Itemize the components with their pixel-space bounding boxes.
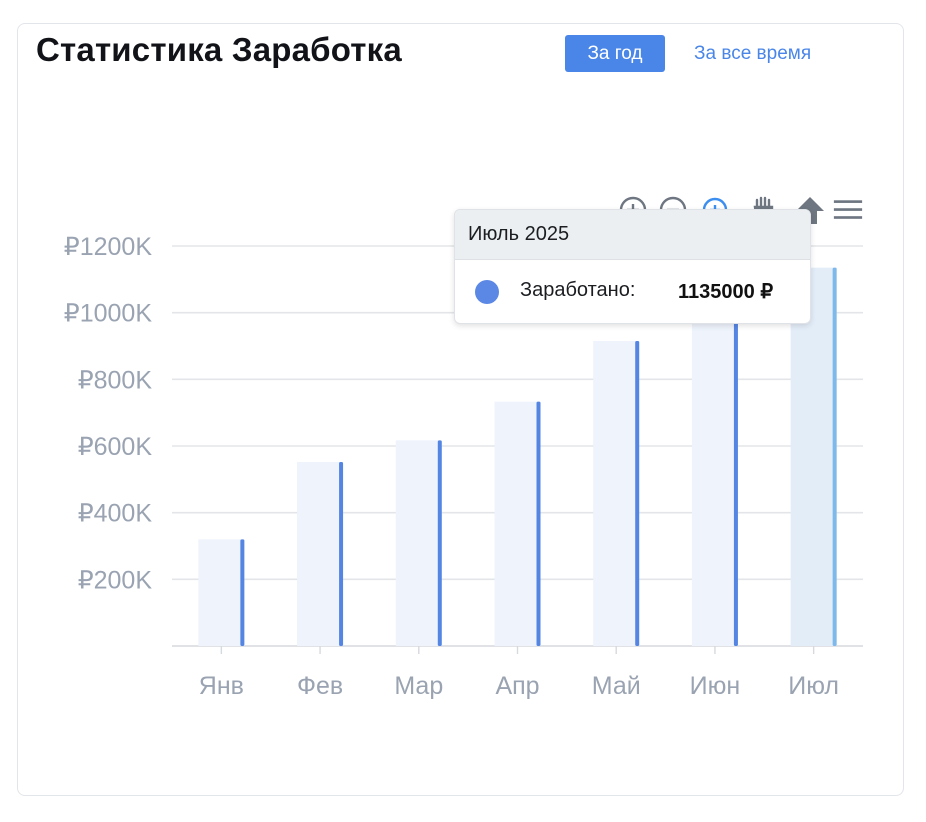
y-tick-label: ₽800K <box>78 366 153 394</box>
x-tick-label: Фев <box>297 672 343 700</box>
bar-edge <box>536 401 541 646</box>
y-tick-label: ₽600K <box>78 433 153 461</box>
bar-edge <box>437 440 442 646</box>
chart-tooltip: Июль 2025 Заработано: 1135000 ₽ <box>454 209 811 324</box>
x-tick-label: Мар <box>394 672 443 700</box>
x-tick-label: Янв <box>199 672 244 700</box>
bar <box>494 401 541 646</box>
bar <box>297 462 344 646</box>
bar <box>198 539 245 646</box>
y-tick-label: ₽1000K <box>64 300 153 328</box>
bar-edge <box>733 297 738 646</box>
bar <box>691 297 738 646</box>
series-marker <box>475 280 499 304</box>
tooltip-row: Заработано: 1135000 ₽ <box>455 260 810 323</box>
y-tick-label: ₽1200K <box>64 233 153 261</box>
bar <box>395 440 442 646</box>
y-tick-label: ₽200K <box>78 566 153 594</box>
bar <box>790 267 837 646</box>
menu-icon[interactable] <box>833 195 863 225</box>
bar-edge <box>339 462 344 646</box>
x-tick-label: Июл <box>788 672 839 700</box>
tooltip-value: 1135000 ₽ <box>678 281 774 303</box>
bar-edge <box>832 267 837 646</box>
y-tick-label: ₽400K <box>78 500 153 528</box>
bar-edge <box>240 539 245 646</box>
tooltip-title: Июль 2025 <box>455 210 810 260</box>
x-tick-label: Апр <box>495 672 539 700</box>
bar-edge <box>635 341 640 646</box>
x-tick-label: Май <box>592 672 641 700</box>
earnings-chart: ₽200K ₽400K ₽600K ₽800K ₽1000K ₽1200K Янв Фев Ма… <box>64 233 863 700</box>
x-tick-label: Июн <box>690 672 741 700</box>
bar <box>593 341 640 646</box>
tooltip-label: Заработано: <box>520 279 636 301</box>
